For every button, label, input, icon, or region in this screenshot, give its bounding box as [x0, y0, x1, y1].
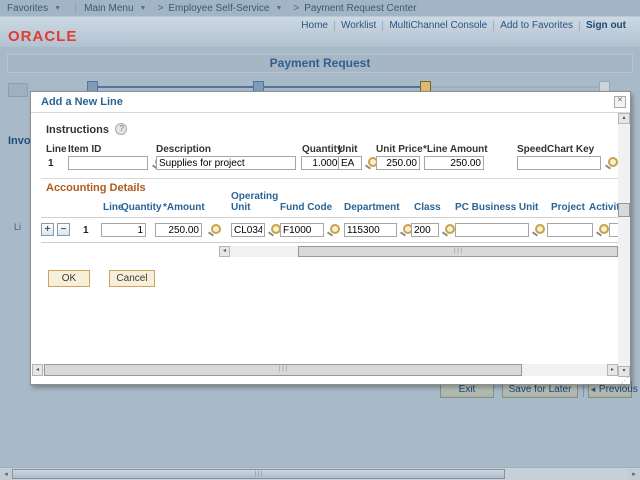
- header-links: Home Worklist MultiChannel Console Add t…: [295, 20, 632, 31]
- divider: [75, 2, 77, 14]
- row-amount-input[interactable]: [155, 223, 202, 237]
- add-to-favorites-link[interactable]: Add to Favorites: [500, 20, 573, 31]
- divider: [333, 20, 335, 31]
- class-lookup-icon[interactable]: [441, 224, 455, 237]
- breadcrumb: Favorites ▼ Main Menu ▼ > Employee Self-…: [0, 0, 640, 17]
- project-lookup-icon[interactable]: [595, 224, 609, 237]
- cancel-button[interactable]: Cancel: [109, 270, 155, 287]
- breadcrumb-payment-request-center[interactable]: Payment Request Center: [304, 3, 416, 14]
- amount-lookup-icon[interactable]: [207, 224, 221, 237]
- grid-header-project: Project: [551, 202, 585, 213]
- grid-header-department: Department: [344, 202, 400, 213]
- unit-input[interactable]: [338, 156, 362, 170]
- row-quantity-input[interactable]: [101, 223, 146, 237]
- accounting-details-heading: Accounting Details: [46, 182, 146, 194]
- grid-border: [41, 242, 618, 243]
- class-input[interactable]: [411, 223, 439, 237]
- unit-price-label: Unit Price: [376, 144, 423, 155]
- description-input[interactable]: [156, 156, 296, 170]
- dialog-hscroll-thumb[interactable]: [44, 364, 522, 376]
- line-number-value: 1: [48, 158, 54, 169]
- application-window: Favorites ▼ Main Menu ▼ > Employee Self-…: [0, 0, 640, 480]
- dialog-horizontal-scrollbar[interactable]: ◂ ▸: [32, 364, 618, 376]
- remove-row-button[interactable]: −: [57, 223, 70, 236]
- grid-header-quantity: Quantity: [121, 202, 162, 213]
- breadcrumb-employee-self-service[interactable]: Employee Self-Service: [168, 3, 269, 14]
- description-label: Description: [156, 144, 212, 155]
- grid-header-pc-business-unit: PC Business Unit: [455, 202, 539, 213]
- row-line-number: 1: [83, 225, 89, 236]
- quantity-label: Quantity: [302, 144, 343, 155]
- invoice-section-heading-clipped: Invo: [8, 135, 31, 147]
- project-input[interactable]: [547, 223, 593, 237]
- chevron-down-icon: ▼: [54, 4, 62, 12]
- grid-header-operating-unit: Operating Unit: [231, 191, 279, 213]
- page-horizontal-scrollbar[interactable]: ◂ ▸: [0, 467, 640, 480]
- close-icon[interactable]: [614, 96, 626, 108]
- speedchart-lookup-icon[interactable]: [604, 157, 618, 170]
- speedchart-key-label: SpeedChart Key: [517, 144, 595, 155]
- add-new-line-dialog: Add a New Line Instructions Line Item ID…: [30, 91, 631, 385]
- pc-business-unit-input[interactable]: [455, 223, 529, 237]
- section-divider: [41, 178, 618, 179]
- scroll-left-icon[interactable]: ◂: [0, 469, 12, 480]
- add-row-button[interactable]: +: [41, 223, 54, 236]
- operating-unit-lookup-icon[interactable]: [267, 224, 281, 237]
- dialog-vscroll-thumb[interactable]: [618, 203, 630, 217]
- worklist-link[interactable]: Worklist: [341, 20, 376, 31]
- ok-button[interactable]: OK: [48, 270, 90, 287]
- unit-price-input[interactable]: [376, 156, 420, 170]
- page-hscroll-thumb[interactable]: [12, 469, 505, 479]
- page-header: Home Worklist MultiChannel Console Add t…: [0, 17, 640, 47]
- dialog-vertical-scrollbar[interactable]: ▴ ▾: [618, 113, 630, 377]
- pc-business-unit-lookup-icon[interactable]: [531, 224, 545, 237]
- grid-hscroll-thumb[interactable]: [298, 246, 618, 257]
- line-label-clipped: Li: [14, 222, 22, 232]
- operating-unit-input[interactable]: [231, 223, 265, 237]
- instructions-label: Instructions: [46, 124, 109, 136]
- divider: [382, 20, 384, 31]
- grid-header-class: Class: [414, 202, 441, 213]
- divider: [579, 20, 580, 31]
- line-amount-input[interactable]: [424, 156, 484, 170]
- breadcrumb-separator: >: [293, 2, 300, 14]
- grid-header-amount: *Amount: [163, 202, 205, 213]
- background-tab: [8, 83, 28, 97]
- chevron-down-icon: ▼: [139, 4, 147, 12]
- line-label: Line: [46, 144, 67, 155]
- grid-border: [41, 217, 618, 218]
- fund-code-input[interactable]: [280, 223, 324, 237]
- favorites-menu[interactable]: Favorites: [7, 3, 48, 14]
- scroll-up-icon[interactable]: ▴: [618, 113, 630, 124]
- speedchart-key-input[interactable]: [517, 156, 601, 170]
- home-link[interactable]: Home: [301, 20, 328, 31]
- scroll-left-icon[interactable]: ◂: [219, 246, 230, 257]
- line-amount-label: *Line Amount: [423, 144, 488, 155]
- oracle-logo: ORACLE: [8, 28, 78, 45]
- chevron-down-icon: ▼: [275, 4, 283, 12]
- department-input[interactable]: [344, 223, 397, 237]
- help-icon[interactable]: [115, 123, 127, 135]
- divider: [493, 20, 495, 31]
- step-connector-pending: [425, 86, 605, 88]
- dialog-title: Add a New Line: [31, 92, 630, 113]
- unit-label: Unit: [338, 144, 358, 155]
- scroll-down-icon[interactable]: ▾: [618, 366, 630, 377]
- scroll-left-icon[interactable]: ◂: [32, 364, 43, 376]
- main-menu[interactable]: Main Menu: [84, 3, 133, 14]
- scroll-right-icon[interactable]: ▸: [607, 364, 618, 376]
- arrow-left-icon: ◄: [589, 385, 597, 394]
- page-title: Payment Request: [7, 54, 633, 73]
- multichannel-console-link[interactable]: MultiChannel Console: [389, 20, 487, 31]
- item-id-label: Item ID: [68, 144, 102, 155]
- grid-header-fund-code: Fund Code: [280, 202, 333, 213]
- grid-horizontal-scrollbar[interactable]: ◂: [219, 246, 618, 257]
- item-id-input[interactable]: [68, 156, 148, 170]
- sign-out-link[interactable]: Sign out: [586, 20, 626, 31]
- breadcrumb-separator: >: [157, 2, 164, 14]
- fund-code-lookup-icon[interactable]: [326, 224, 340, 237]
- scroll-right-icon[interactable]: ▸: [628, 469, 640, 480]
